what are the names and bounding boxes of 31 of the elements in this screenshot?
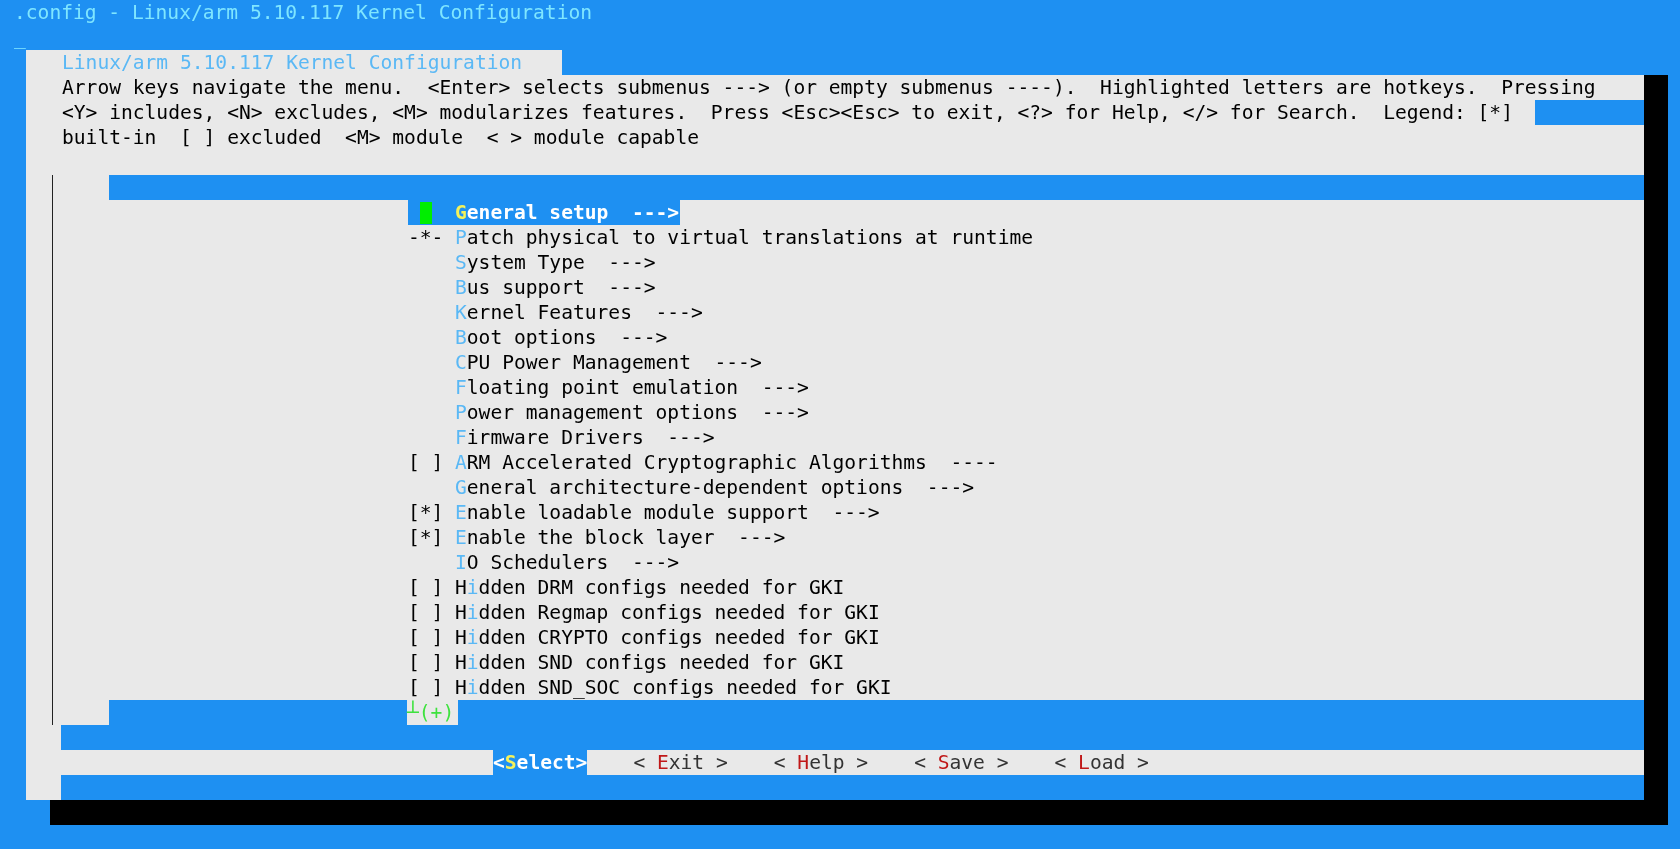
menu-item[interactable]: [ ] ARM Accelerated Cryptographic Algorithms ----	[408, 450, 999, 475]
menu-item[interactable]: IO Schedulers --->	[408, 550, 681, 575]
menu-item[interactable]: [ ] Hidden SND configs needed for GKI	[408, 650, 846, 675]
help-text: Arrow keys navigate the menu. <Enter> selects submenus ---> (or empty submenus ----). Highlighted letters are hotkeys. Pressing	[61, 75, 1596, 100]
dialog-button[interactable]: < Load >	[1054, 750, 1149, 775]
menu-item[interactable]: [ ] Hidden DRM configs needed for GKI	[408, 575, 846, 600]
text-cursor: _	[14, 25, 26, 50]
menu-item[interactable]: [*] Enable loadable module support --->	[408, 500, 881, 525]
window-title: .config - Linux/arm 5.10.117 Kernel Configuration	[13, 0, 594, 25]
more-indicator: ┴(+)	[407, 700, 459, 725]
menu-item[interactable]: Firmware Drivers --->	[408, 425, 716, 450]
menu-item[interactable]: System Type --->	[408, 250, 657, 275]
menu-item[interactable]: -*- Patch physical to virtual translations at runtime	[408, 225, 1035, 250]
menu-item[interactable]: Boot options --->	[408, 325, 669, 350]
menu-item[interactable]: [ ] Hidden Regmap configs needed for GKI	[408, 600, 881, 625]
dialog-button[interactable]: < Exit >	[633, 750, 728, 775]
menu-item[interactable]: Floating point emulation --->	[408, 375, 810, 400]
menu-item[interactable]: [ ] Hidden SND_SOC configs needed for GKI	[408, 675, 893, 700]
menu-item[interactable]: Kernel Features --->	[408, 300, 704, 325]
help-text: built-in [ ] excluded <M> module < > module capable	[61, 125, 699, 150]
menu-item[interactable]: Power management options --->	[408, 400, 810, 425]
menu-item[interactable]: [ ] Hidden CRYPTO configs needed for GKI	[408, 625, 881, 650]
selection-cursor	[420, 201, 432, 224]
menu-item[interactable]: CPU Power Management --->	[408, 350, 763, 375]
menu-item[interactable]: [*] Enable the block layer --->	[408, 525, 787, 550]
dialog-title: Linux/arm 5.10.117 Kernel Configuration	[61, 50, 524, 75]
dialog-button[interactable]: < Help >	[773, 750, 869, 775]
menu-item[interactable]: General architecture-dependent options --->	[408, 475, 976, 500]
help-text: <Y> includes, <N> excludes, <M> modularizes features. Press <Esc><Esc> to exit, <?> for Help, </> for Search. Legend: [*]	[61, 100, 1513, 125]
menu-item[interactable]: Bus support --->	[408, 275, 657, 300]
dialog-button[interactable]: < Save >	[914, 750, 1009, 775]
